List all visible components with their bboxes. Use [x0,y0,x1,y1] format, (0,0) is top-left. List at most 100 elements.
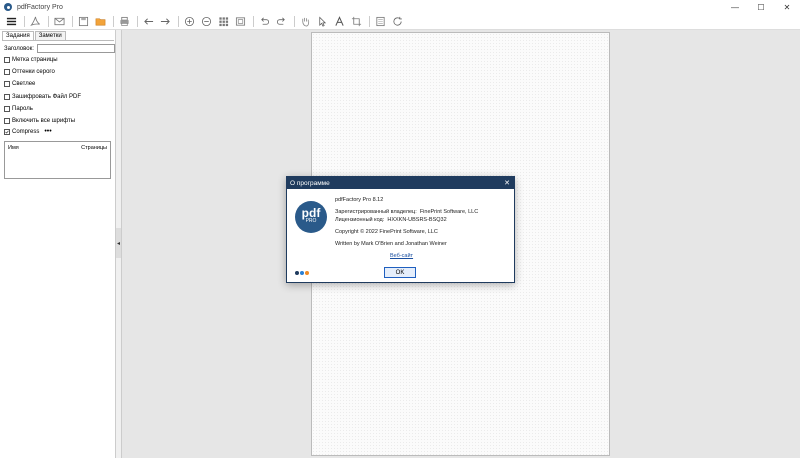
option-compress[interactable]: Compress ••• [4,128,52,135]
brand-dots [295,271,310,275]
compress-settings-button[interactable]: ••• [44,128,51,135]
text-icon [335,16,344,26]
dialog-title-bar: О программе ✕ [287,177,514,189]
window-title: pdfFactory Pro [17,3,63,11]
crop-button[interactable] [349,15,364,29]
crop-icon [351,16,362,27]
brand-dot [300,271,304,275]
toolbar-separator [294,16,295,27]
forward-icon [160,18,170,25]
page-setup-button[interactable] [373,15,388,29]
print-button[interactable] [117,15,132,29]
owner-label: Зарегистрированный владелец: [335,209,417,215]
undo-button[interactable] [257,15,272,29]
pdf-icon [30,16,40,27]
pointer-tool-button[interactable] [315,15,330,29]
text-tool-button[interactable] [332,15,347,29]
owner-value: FinePrint Software, LLC [419,209,479,215]
zoom-out-icon [201,16,212,27]
grid-icon [219,17,229,27]
dialog-title: О программе [290,179,330,187]
close-button[interactable]: ✕ [774,0,800,14]
thumbnails-button[interactable] [216,15,231,29]
page-label-checkbox[interactable] [4,57,10,63]
toolbar-separator [48,16,49,27]
open-button[interactable] [93,15,108,29]
hand-icon [302,17,310,27]
forward-button[interactable] [158,15,173,29]
license-line: Лицензионный код: HXXKN-UBSRS-BSQ32 [335,217,447,223]
option-label: Зашифровать Файл PDF [12,94,82,100]
undo-icon [261,17,270,25]
logo-subtext: PRO [305,218,317,224]
option-password[interactable]: Пароль [4,106,33,112]
encrypt-checkbox[interactable] [4,94,10,100]
app-logo-icon [4,3,12,11]
back-button[interactable] [141,15,156,29]
save-button[interactable] [76,15,91,29]
heading-label: Заголовок: [4,45,34,52]
redo-icon [276,17,285,25]
option-embed-fonts[interactable]: Включить все шрифты [4,118,75,124]
toolbar-separator [253,16,254,27]
owner-line: Зарегистрированный владелец: FinePrint S… [335,209,478,215]
minimize-button[interactable]: — [722,0,748,14]
brand-dot [305,271,309,275]
toolbar-separator [137,16,138,27]
collapse-panel-handle[interactable]: ◂ [116,228,121,258]
mail-button[interactable] [52,15,67,29]
option-grayscale[interactable]: Оттенки серого [4,69,55,75]
jobs-list[interactable]: Имя Страницы [4,141,111,179]
refresh-button[interactable] [390,15,405,29]
option-label: Светлее [12,81,36,87]
column-header-pages[interactable]: Страницы [81,145,107,151]
password-checkbox[interactable] [4,106,10,112]
checkmark-icon [5,130,9,134]
website-link[interactable]: Веб-сайт [390,253,413,259]
toolbar-separator [24,16,25,27]
mail-icon [54,17,65,26]
product-version: pdfFactory Pro 8.12 [335,197,384,203]
toolbar-separator [178,16,179,27]
option-label: Compress [12,128,40,135]
pointer-icon [319,16,327,27]
redo-button[interactable] [274,15,289,29]
toolbar-separator [113,16,114,27]
option-label: Пароль [12,106,33,112]
ok-button[interactable]: OK [384,267,416,278]
fit-button[interactable] [233,15,248,29]
open-folder-icon [95,18,106,26]
zoom-in-button[interactable] [182,15,197,29]
lighter-checkbox[interactable] [4,81,10,87]
tab-divider [2,40,114,41]
heading-row: Заголовок: [4,44,115,53]
license-label: Лицензионный код: [335,217,385,223]
option-label: Включить все шрифты [12,118,76,124]
maximize-button[interactable]: ☐ [748,0,774,14]
tab-notes[interactable]: Заметки [34,31,66,40]
option-lighter[interactable]: Светлее [4,81,35,87]
menu-icon [6,17,17,26]
embed-fonts-checkbox[interactable] [4,118,10,124]
option-encrypt-pdf[interactable]: Зашифровать Файл PDF [4,94,81,100]
dialog-close-button[interactable]: ✕ [504,177,510,189]
zoom-out-button[interactable] [199,15,214,29]
grayscale-checkbox[interactable] [4,69,10,75]
option-page-label[interactable]: Метка страницы [4,57,58,63]
hand-tool-button[interactable] [298,15,313,29]
about-dialog: О программе ✕ pdf PRO pdfFactory Pro 8.1… [286,176,515,283]
toolbar [0,14,800,30]
compress-checkbox[interactable] [4,128,10,135]
page-icon [376,16,385,27]
option-label: Метка страницы [12,57,58,63]
menu-button[interactable] [4,15,19,29]
pdf-button[interactable] [28,15,43,29]
refresh-icon [393,16,402,26]
save-icon [78,16,89,27]
copyright-text: Copyright © 2022 FinePrint Software, LLC [335,229,438,235]
brand-dot [295,271,299,275]
left-panel: Задания Заметки Заголовок: Метка страниц… [0,30,116,458]
heading-input[interactable] [36,44,115,53]
pdffactory-logo-icon: pdf PRO [295,201,327,233]
column-header-name[interactable]: Имя [8,145,19,151]
